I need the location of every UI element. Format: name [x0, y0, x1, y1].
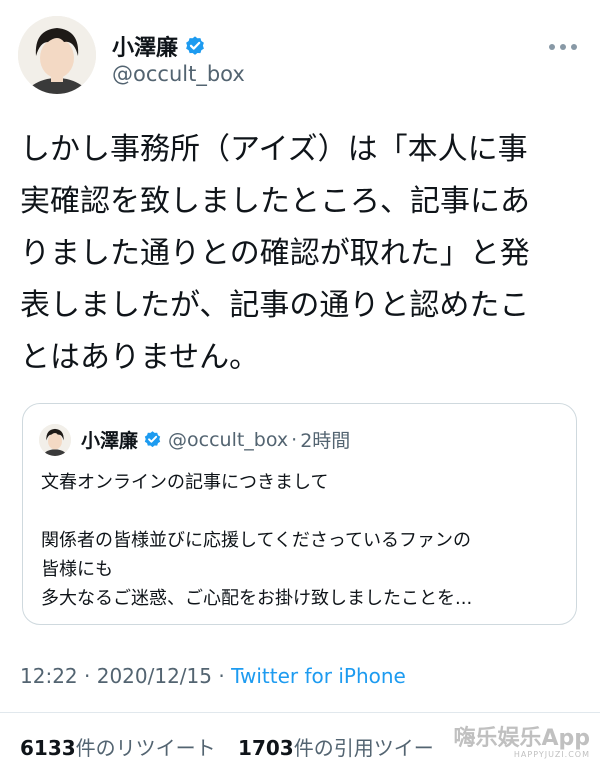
user-avatar-photo	[18, 16, 96, 94]
quote-header: 小澤廉 @occult_box · 2時間	[81, 426, 350, 453]
watermark: 嗨乐娱乐App HAPPYJUZI.COM	[453, 728, 590, 760]
watermark-text: 嗨乐娱乐App	[453, 726, 590, 751]
author-name-row[interactable]: 小澤廉	[112, 30, 206, 62]
retweets-stat[interactable]: 6133件のリツイート	[20, 736, 216, 760]
quote-timestamp: 2時間	[300, 430, 351, 452]
quotes-stat[interactable]: 1703件の引用ツイー	[238, 736, 434, 760]
quote-author-handle: @occult_box	[168, 428, 289, 451]
verified-badge-icon	[186, 36, 204, 55]
watermark-subtext: HAPPYJUZI.COM	[513, 750, 590, 759]
quotes-count: 1703	[238, 736, 294, 760]
verified-badge-icon	[144, 431, 161, 448]
tweet-stats: 6133件のリツイート 1703件の引用ツイー	[20, 732, 450, 761]
tweet-date: 2020/12/15	[96, 664, 212, 688]
divider	[0, 712, 600, 713]
quote-separator: ·	[291, 428, 298, 451]
tweet-text: しかし事務所（アイズ）は「本人に事 実確認を致しましたところ、記事にあ りました…	[20, 132, 530, 375]
tweet-source-link[interactable]: Twitter for iPhone	[231, 664, 406, 688]
more-options-icon[interactable]	[548, 28, 578, 58]
tweet-header: 小澤廉 @occult_box	[0, 0, 600, 110]
retweets-label: 件のリツイート	[75, 736, 216, 760]
quote-tweet-card[interactable]: 小澤廉 @occult_box · 2時間 文春オンラインの記事につきまして 関…	[22, 403, 577, 625]
meta-separator: ·	[77, 664, 97, 688]
tweet-meta: 12:22 · 2020/12/15 · Twitter for iPhone	[20, 664, 406, 688]
avatar[interactable]	[18, 16, 96, 94]
tweet-time: 12:22	[20, 664, 78, 688]
quote-body-text: 文春オンラインの記事につきまして 関係者の皆様並びに応援してくださっているファン…	[41, 472, 473, 609]
retweets-count: 6133	[20, 736, 76, 760]
author-handle[interactable]: @occult_box	[112, 62, 245, 86]
quote-avatar	[39, 424, 71, 456]
meta-separator: ·	[212, 664, 232, 688]
author-name[interactable]: 小澤廉	[112, 30, 178, 62]
quotes-label: 件の引用ツイー	[293, 736, 434, 760]
quote-author-name: 小澤廉	[81, 430, 139, 452]
user-avatar-photo	[39, 424, 71, 456]
